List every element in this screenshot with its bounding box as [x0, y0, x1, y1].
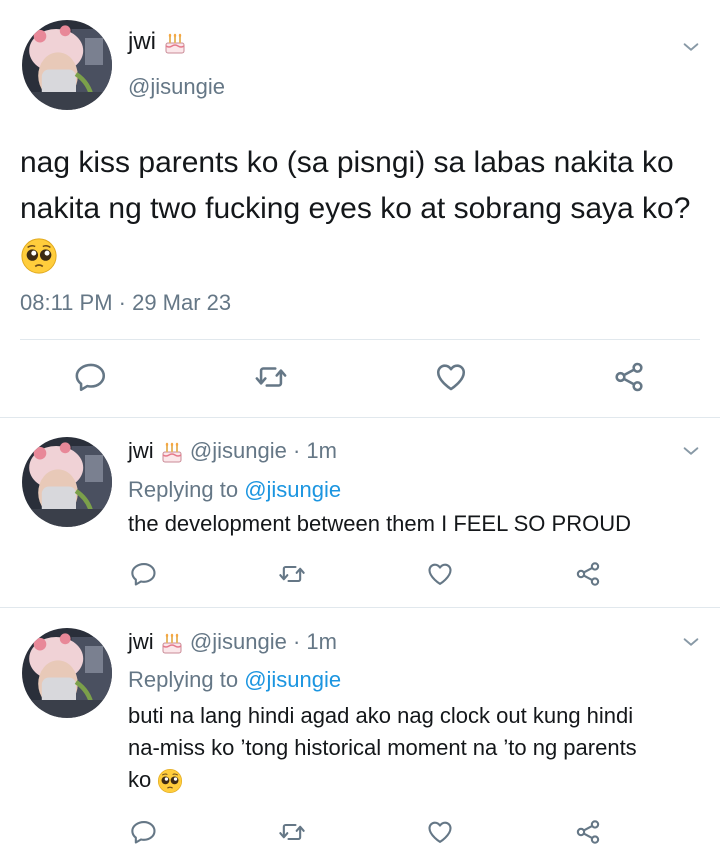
retweet-icon[interactable] [254, 360, 288, 394]
like-icon[interactable] [426, 560, 454, 588]
display-name[interactable]: jwi [128, 629, 154, 654]
divider [0, 417, 720, 418]
replying-to: Replying to @jisungie [128, 667, 341, 693]
chevron-down-icon[interactable] [680, 631, 702, 653]
display-name: jwi [128, 28, 156, 55]
like-icon[interactable] [434, 360, 468, 394]
share-icon[interactable] [612, 360, 646, 394]
avatar[interactable] [22, 20, 112, 110]
avatar[interactable] [22, 437, 112, 527]
divider [20, 339, 700, 340]
reply-text-line: ko [128, 764, 698, 796]
display-name[interactable]: jwi [128, 438, 154, 463]
reply-header: jwi @jisungie · 1m [128, 629, 337, 655]
birthday-cake-icon [160, 631, 184, 655]
divider [0, 607, 720, 608]
pleading-face-icon [20, 237, 58, 275]
reply-icon[interactable] [130, 560, 158, 588]
avatar[interactable] [22, 628, 112, 718]
retweet-icon[interactable] [278, 818, 306, 846]
reply-age: · 1m [292, 629, 337, 654]
replying-prefix: Replying to [128, 477, 239, 502]
share-icon[interactable] [574, 560, 602, 588]
like-icon[interactable] [426, 818, 454, 846]
chevron-down-icon[interactable] [680, 440, 702, 462]
replying-prefix: Replying to [128, 667, 239, 692]
reply-header: jwi @jisungie · 1m [128, 438, 337, 464]
share-icon[interactable] [574, 818, 602, 846]
author-name[interactable]: jwi [128, 28, 187, 56]
pleading-face-icon [157, 768, 183, 794]
birthday-cake-icon [163, 31, 187, 55]
reply-icon[interactable] [130, 818, 158, 846]
timestamp[interactable]: 08:11 PM · 29 Mar 23 [20, 290, 231, 316]
reply-text-line: buti na lang hindi agad ako nag clock ou… [128, 703, 634, 728]
reply-text: the development between them I FEEL SO P… [128, 511, 631, 536]
mention-link[interactable]: @jisungie [244, 667, 341, 692]
author-handle[interactable]: @jisungie [190, 438, 287, 463]
chevron-down-icon[interactable] [680, 36, 702, 58]
mention-link[interactable]: @jisungie [244, 477, 341, 502]
author-handle[interactable]: @jisungie [190, 629, 287, 654]
reply-icon[interactable] [74, 360, 108, 394]
reply-age: · 1m [292, 438, 337, 463]
reply-text: buti na lang hindi agad ako nag clock ou… [128, 700, 698, 796]
replying-to: Replying to @jisungie [128, 477, 341, 503]
tweet-text: nag kiss parents ko (sa pisngi) sa labas… [20, 140, 700, 278]
tweet-body: nag kiss parents ko (sa pisngi) sa labas… [20, 146, 691, 225]
birthday-cake-icon [160, 440, 184, 464]
reply-text-fragment: ko [128, 767, 152, 792]
author-handle[interactable]: @jisungie [128, 74, 225, 100]
reply-text-line: na-miss ko ’tong historical moment na ’t… [128, 735, 637, 760]
retweet-icon[interactable] [278, 560, 306, 588]
